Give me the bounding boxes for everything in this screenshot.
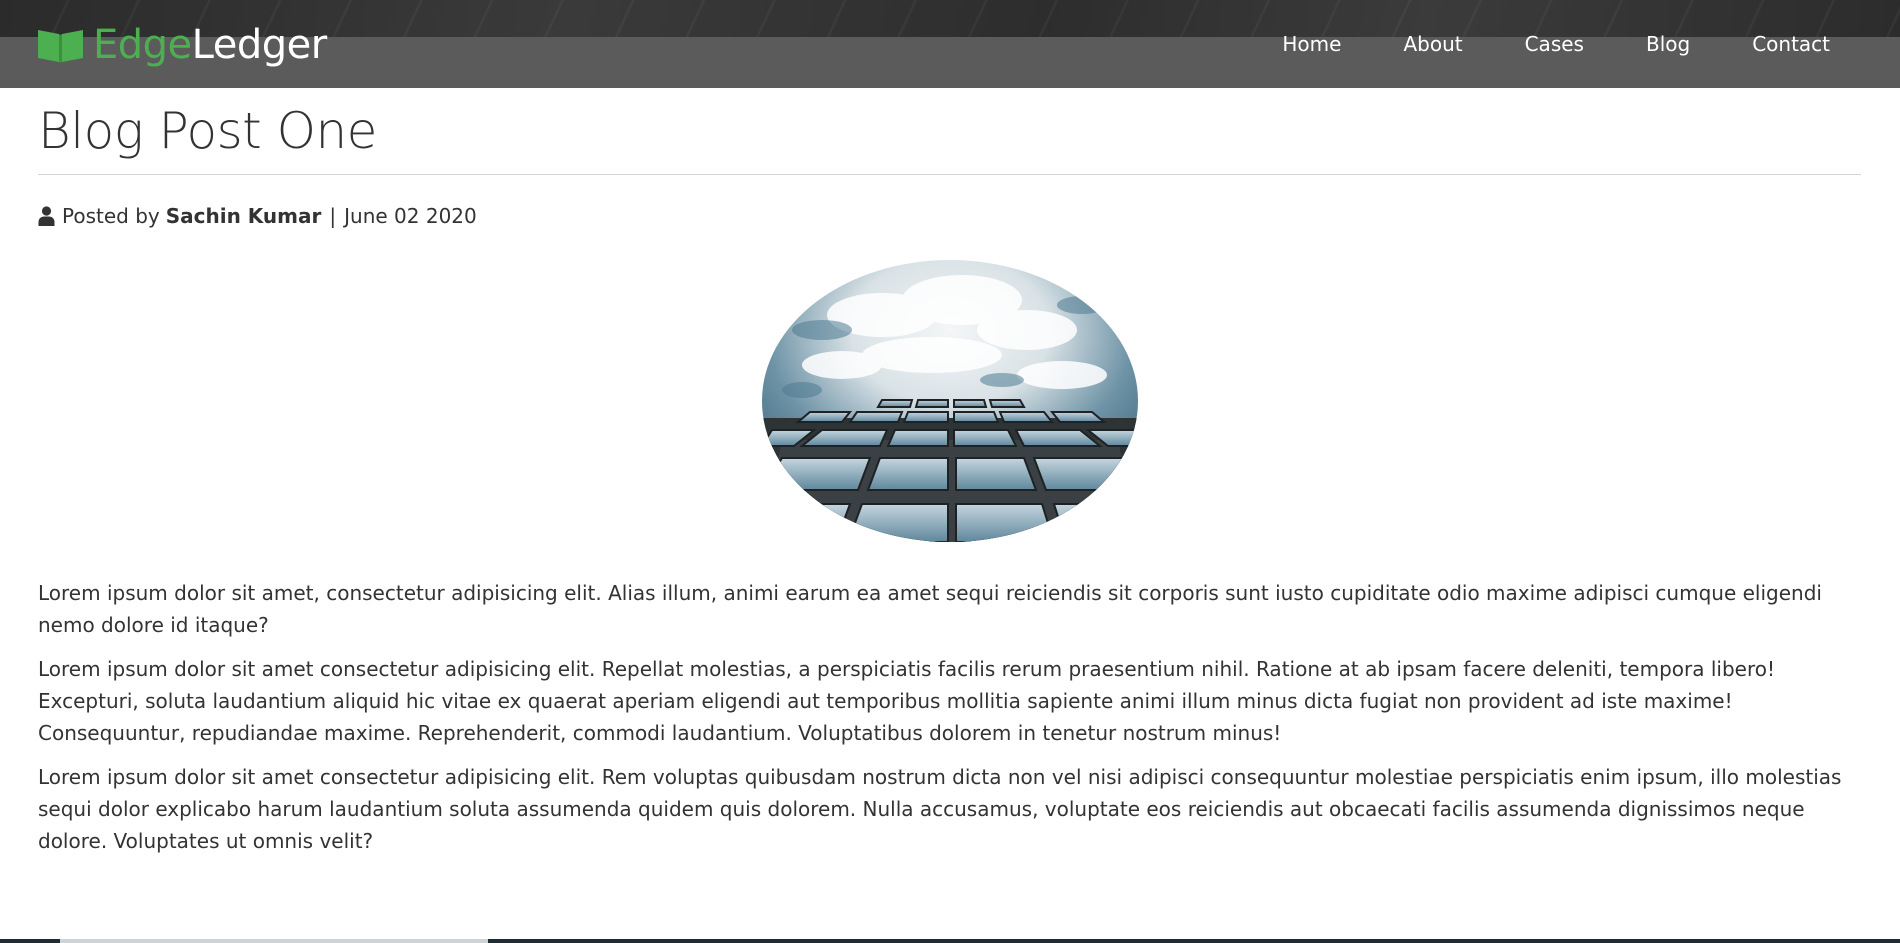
meta-separator: |: [329, 204, 337, 228]
nav-contact[interactable]: Contact: [1752, 30, 1830, 58]
brand-logo-link[interactable]: Edge Ledger: [37, 22, 327, 68]
post-body: Lorem ipsum dolor sit amet, consectetur …: [38, 577, 1861, 857]
user-icon: [38, 206, 55, 226]
main-nav: Home About Cases Blog Contact: [1220, 30, 1830, 58]
post-paragraph: Lorem ipsum dolor sit amet, consectetur …: [38, 581, 1822, 637]
top-navbar: Edge Ledger Home About Cases Blog Contac…: [0, 0, 1900, 88]
post-content: Blog Post One Posted by Sachin Kumar | J…: [38, 88, 1861, 857]
footer-edge-highlight: [60, 939, 488, 943]
nav-cases[interactable]: Cases: [1525, 30, 1584, 58]
post-title: Blog Post One: [38, 102, 377, 160]
brand-name-part1: Edge: [93, 22, 192, 68]
post-paragraph: Lorem ipsum dolor sit amet consectetur a…: [38, 765, 1842, 853]
open-book-icon: [38, 30, 83, 63]
footer-edge: [0, 939, 1900, 943]
post-paragraph: Lorem ipsum dolor sit amet consectetur a…: [38, 657, 1775, 745]
post-author: Sachin Kumar: [165, 204, 322, 228]
title-divider: [38, 174, 1861, 175]
nav-blog[interactable]: Blog: [1646, 30, 1690, 58]
post-date: June 02 2020: [344, 204, 477, 228]
posted-by-label: Posted by: [62, 204, 160, 228]
nav-home[interactable]: Home: [1282, 30, 1341, 58]
post-meta: Posted by Sachin Kumar | June 02 2020: [38, 202, 1861, 230]
nav-about[interactable]: About: [1403, 30, 1462, 58]
building-sky-image: [762, 260, 1138, 542]
brand-name-part2: Ledger: [191, 22, 328, 68]
post-image-container: [38, 260, 1861, 542]
